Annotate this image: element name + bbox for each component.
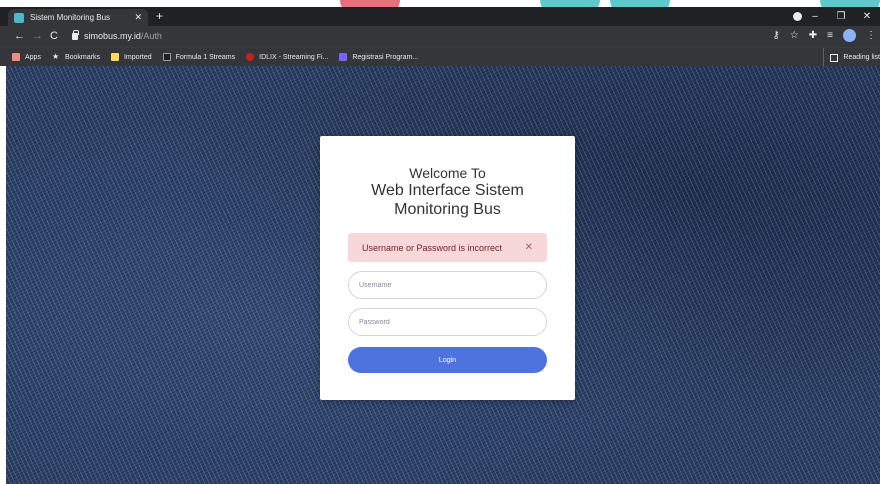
lock-icon bbox=[72, 29, 79, 40]
password-input[interactable] bbox=[348, 308, 547, 336]
f1-icon bbox=[162, 53, 171, 61]
bookmark-bookmarks[interactable]: ★ Bookmarks bbox=[52, 53, 100, 61]
key-icon[interactable]: ⚷ bbox=[772, 30, 779, 41]
reading-list-icon bbox=[830, 53, 839, 62]
minimize-icon[interactable]: – bbox=[802, 11, 828, 22]
error-alert: Username or Password is incorrect ✕ bbox=[348, 233, 547, 262]
bookmark-star-icon[interactable]: ☆ bbox=[790, 30, 799, 41]
close-window-icon[interactable]: ✕ bbox=[854, 11, 880, 22]
media-icon[interactable]: ≡ bbox=[827, 30, 833, 41]
bookmark-apps[interactable]: Apps bbox=[12, 53, 41, 61]
reload-icon[interactable]: C bbox=[50, 29, 58, 43]
welcome-heading: Welcome To bbox=[409, 165, 486, 181]
toolbar-actions: ⚷ ☆ ✚ ≡ ⋮ bbox=[772, 29, 876, 42]
browser-chrome: Sistem Monitoring Bus ✕ + – ❐ ✕ ← → C si… bbox=[0, 7, 880, 67]
star-icon: ★ bbox=[51, 52, 60, 61]
registrasi-icon bbox=[339, 53, 348, 61]
alert-message: Username or Password is incorrect bbox=[362, 242, 503, 253]
bookmark-formula1[interactable]: Formula 1 Streams bbox=[162, 53, 235, 61]
reading-list-button[interactable]: Reading list bbox=[823, 48, 880, 67]
page-title: Web Interface Sistem Monitoring Bus bbox=[320, 181, 575, 219]
bookmark-imported[interactable]: Imported bbox=[110, 53, 152, 61]
folder-icon bbox=[110, 53, 119, 61]
url-path: /Auth bbox=[140, 31, 162, 41]
menu-kebab-icon[interactable]: ⋮ bbox=[866, 30, 876, 41]
username-input[interactable] bbox=[348, 271, 547, 299]
extensions-icon[interactable]: ✚ bbox=[809, 30, 817, 41]
back-arrow-icon[interactable]: ← bbox=[14, 29, 25, 43]
profile-avatar[interactable] bbox=[843, 29, 856, 42]
address-bar[interactable]: simobus.my.id /Auth bbox=[62, 28, 802, 44]
close-tab-icon[interactable]: ✕ bbox=[134, 12, 142, 23]
tab-bar: Sistem Monitoring Bus ✕ + – ❐ ✕ bbox=[0, 7, 880, 26]
new-tab-icon[interactable]: + bbox=[156, 9, 163, 24]
login-button[interactable]: Login bbox=[348, 347, 547, 373]
tab-search-icon[interactable] bbox=[793, 12, 802, 21]
apps-grid-icon bbox=[12, 53, 20, 61]
close-alert-icon[interactable]: ✕ bbox=[525, 242, 533, 253]
browser-toolbar: ← → C simobus.my.id /Auth ⚷ ☆ ✚ ≡ ⋮ bbox=[0, 26, 880, 47]
title-line-2: Monitoring Bus bbox=[394, 201, 501, 218]
login-card: Welcome To Web Interface Sistem Monitori… bbox=[320, 136, 575, 400]
forward-arrow-icon[interactable]: → bbox=[32, 29, 43, 43]
restore-icon[interactable]: ❐ bbox=[828, 11, 854, 22]
page-favicon-icon bbox=[14, 12, 24, 23]
browser-tab[interactable]: Sistem Monitoring Bus ✕ bbox=[8, 9, 148, 26]
bookmark-idlix[interactable]: IDLIX - Streaming Fi... bbox=[246, 53, 328, 61]
page-background: Welcome To Web Interface Sistem Monitori… bbox=[6, 66, 880, 484]
title-line-1: Web Interface Sistem bbox=[371, 182, 524, 199]
url-host: simobus.my.id bbox=[84, 31, 141, 41]
bookmarks-bar: Apps ★ Bookmarks Imported Formula 1 Stre… bbox=[0, 47, 880, 67]
window-controls: – ❐ ✕ bbox=[802, 7, 880, 26]
tab-title: Sistem Monitoring Bus bbox=[30, 13, 111, 22]
idlix-icon bbox=[246, 53, 255, 61]
bookmark-registrasi[interactable]: Registrasi Program... bbox=[339, 53, 418, 61]
